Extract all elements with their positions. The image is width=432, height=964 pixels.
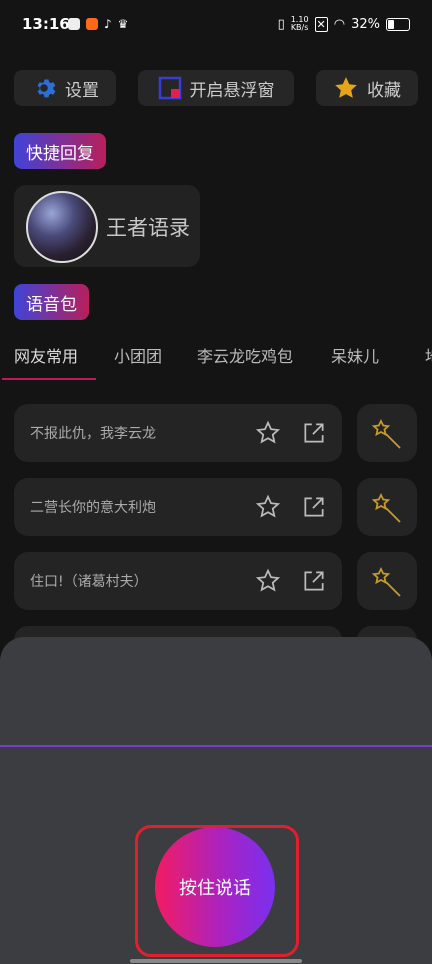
status-bar: 13:16 ♪ ♛ ▯ 1.10 KB/s ✕ ◠ 32% [0, 0, 432, 52]
tab-daimeier[interactable]: 呆妹儿 [331, 343, 379, 367]
magic-wand-button[interactable] [357, 478, 417, 536]
status-time: 13:16 [22, 15, 70, 33]
float-window-icon [158, 76, 181, 100]
vibrate-icon: ▯ [277, 16, 285, 32]
chat-notification-icon [68, 18, 80, 30]
battery-percent: 32% [351, 16, 380, 32]
tab-netizen-common[interactable]: 网友常用 [14, 343, 78, 367]
voice-pack-tabs: 网友常用 小团团 李云龙吃鸡包 呆妹儿 地 [0, 340, 432, 380]
phrase-text: 不报此仇，我李云龙 [30, 426, 156, 442]
voice-input-sheet: 按住说话 [0, 637, 432, 964]
float-window-label: 开启悬浮窗 [189, 80, 275, 101]
avatar [26, 191, 98, 263]
tab-xiaotuantuan[interactable]: 小团团 [114, 343, 162, 367]
settings-label: 设置 [65, 80, 99, 101]
phrase-row[interactable]: 二营长你的意大利炮 [14, 478, 342, 536]
phrase-text: 二营长你的意大利炮 [30, 500, 156, 516]
phrase-row[interactable]: 不报此仇，我李云龙 [14, 404, 342, 462]
notification-icons: ♪ ♛ [68, 18, 128, 30]
magic-wand-icon [371, 418, 401, 449]
magic-wand-button[interactable] [357, 552, 417, 610]
quote-pack-name: 王者语录 [106, 216, 190, 240]
magic-wand-icon [371, 566, 401, 597]
share-icon[interactable] [301, 494, 327, 520]
tab-li-yunlong[interactable]: 李云龙吃鸡包 [197, 343, 293, 367]
quick-reply-section-title: 快捷回复 [14, 133, 106, 169]
battery-icon [386, 17, 410, 31]
star-icon[interactable] [255, 420, 281, 446]
quote-pack-card[interactable]: 王者语录 [14, 185, 200, 267]
home-indicator[interactable] [130, 959, 302, 963]
share-icon[interactable] [301, 568, 327, 594]
voice-pack-section-title: 语音包 [14, 284, 89, 320]
gear-icon [37, 79, 56, 98]
system-icons: ▯ 1.10 KB/s ✕ ◠ 32% [278, 16, 410, 32]
sheet-divider [0, 745, 432, 747]
phrase-row[interactable]: 住口!（诸葛村夫） [14, 552, 342, 610]
favorites-button[interactable]: 收藏 [316, 70, 418, 106]
hold-to-talk-button[interactable]: 按住说话 [155, 827, 275, 947]
active-tab-indicator [2, 378, 96, 380]
float-window-button[interactable]: 开启悬浮窗 [138, 70, 294, 106]
star-filled-icon [335, 77, 357, 98]
wifi-icon: ◠ [333, 16, 346, 32]
favorites-label: 收藏 [367, 80, 401, 101]
share-icon[interactable] [301, 420, 327, 446]
star-icon[interactable] [255, 568, 281, 594]
crown-notification-icon: ♛ [117, 17, 129, 31]
magic-wand-button[interactable] [357, 404, 417, 462]
star-icon[interactable] [255, 494, 281, 520]
settings-button[interactable]: 设置 [14, 70, 116, 106]
network-speed: 1.10 KB/s [290, 15, 309, 32]
phrase-text: 住口!（诸葛村夫） [30, 574, 148, 590]
magic-wand-icon [371, 492, 401, 523]
tab-partial[interactable]: 地 [425, 343, 432, 367]
app-notification-icon [86, 18, 98, 30]
sim-off-icon: ✕ [314, 16, 328, 32]
tiktok-notification-icon: ♪ [104, 17, 112, 31]
